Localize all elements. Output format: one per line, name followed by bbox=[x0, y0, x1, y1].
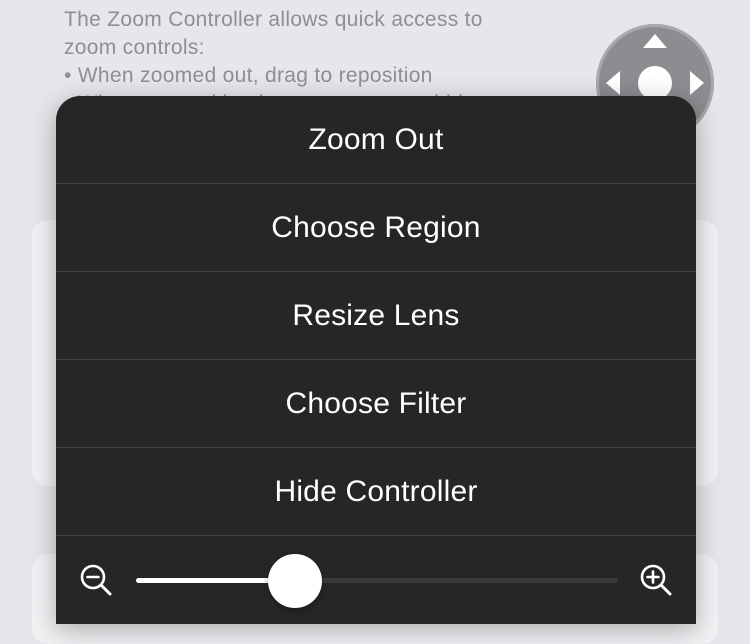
menu-item-label: Zoom Out bbox=[308, 122, 444, 156]
zoom-in-icon[interactable] bbox=[638, 562, 674, 598]
slider-thumb[interactable] bbox=[268, 554, 323, 608]
zoom-level-row bbox=[56, 536, 696, 624]
menu-item-label: Choose Filter bbox=[285, 386, 467, 420]
menu-item-choose-region[interactable]: Choose Region bbox=[56, 184, 696, 272]
menu-item-resize-lens[interactable]: Resize Lens bbox=[56, 272, 696, 360]
menu-item-zoom-out[interactable]: Zoom Out bbox=[56, 96, 696, 184]
description-line: • When zoomed out, drag to reposition bbox=[64, 64, 433, 87]
zoom-controller-menu: Zoom Out Choose Region Resize Lens Choos… bbox=[56, 96, 696, 624]
menu-item-label: Hide Controller bbox=[274, 474, 478, 508]
description-line: The Zoom Controller allows quick access … bbox=[64, 8, 483, 31]
menu-item-choose-filter[interactable]: Choose Filter bbox=[56, 360, 696, 448]
menu-item-label: Choose Region bbox=[271, 210, 481, 244]
menu-item-hide-controller[interactable]: Hide Controller bbox=[56, 448, 696, 536]
menu-item-label: Resize Lens bbox=[292, 298, 460, 332]
zoom-out-icon[interactable] bbox=[78, 562, 114, 598]
description-line: zoom controls: bbox=[64, 36, 205, 59]
zoom-level-slider[interactable] bbox=[136, 554, 618, 608]
